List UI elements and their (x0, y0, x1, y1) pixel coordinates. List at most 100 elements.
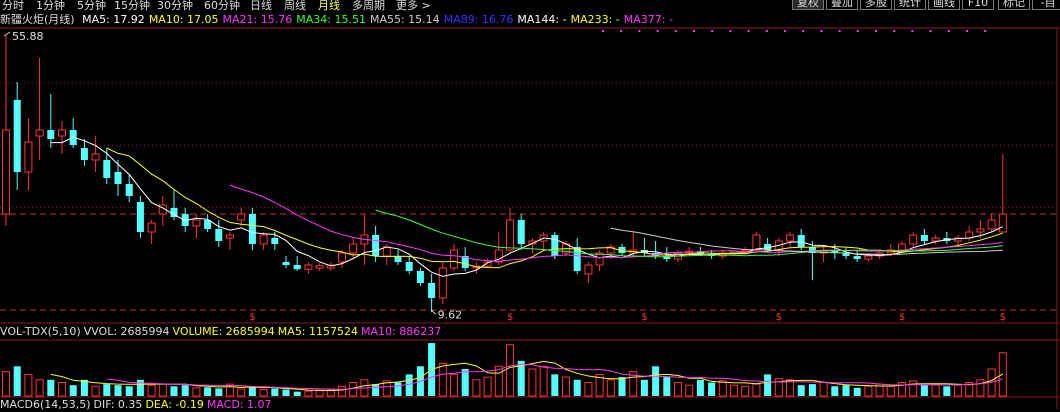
low-price-label: 9.62 (438, 308, 463, 321)
high-price-label: 55.88 (12, 30, 44, 43)
candle-body-71 (797, 235, 805, 247)
candle-body-31 (349, 243, 358, 254)
volume-bar-82 (920, 385, 928, 396)
volume-bar-44 (494, 365, 503, 397)
volume-bar-13 (147, 384, 156, 397)
volume-bar-11 (125, 386, 133, 396)
vol-legend-item-2: VOLUME: 2685994 (172, 325, 275, 338)
volume-bar-77 (864, 385, 873, 397)
signal-dot-10 (784, 30, 786, 32)
macd-legend-item-0: MACD6(14,53,5) (0, 398, 91, 411)
candle-body-0 (2, 129, 10, 215)
volume-bar-48 (539, 365, 548, 397)
volume-bar-84 (943, 386, 951, 396)
macd-legend-item-2: DEA: -0.19 (145, 398, 204, 411)
volume-bar-15 (170, 386, 178, 396)
event-marker-3: $ (776, 312, 782, 323)
signal-dot-15 (875, 30, 877, 32)
volume-bar-35 (394, 382, 402, 396)
volume-bar-81 (909, 380, 918, 397)
candle-body-3 (35, 129, 44, 137)
candle-body-39 (438, 267, 447, 299)
volume-bar-51 (573, 379, 581, 396)
candle-body-52 (584, 264, 593, 275)
candle-body-7 (80, 148, 88, 160)
volume-bar-3 (35, 379, 44, 397)
volume-bar-7 (80, 379, 88, 396)
signal-dot-7 (729, 30, 732, 32)
signal-dot-9 (765, 30, 768, 32)
volume-bar-23 (259, 389, 268, 397)
volume-ma5-line (50, 360, 1004, 392)
volume-bar-58 (652, 366, 660, 396)
candle-body-28 (315, 265, 324, 269)
volume-bar-4 (47, 379, 55, 396)
volume-bar-52 (584, 382, 593, 397)
volume-bar-72 (808, 384, 816, 396)
volume-bar-42 (472, 379, 481, 397)
volume-legend: VOL-TDX(5,10) VVOL: 2685994 VOLUME: 268599… (0, 324, 444, 340)
candle-body-30 (338, 252, 346, 263)
volume-bar-68 (764, 374, 772, 396)
volume-bar-17 (192, 387, 201, 397)
volume-bar-75 (842, 385, 850, 396)
candle-body-87 (976, 228, 985, 233)
volume-bar-28 (315, 390, 324, 397)
volume-bar-8 (91, 385, 100, 397)
signal-dot-21 (984, 30, 987, 32)
candle-body-37 (416, 271, 424, 283)
volume-bar-30 (338, 385, 346, 397)
macd-legend-item-3: MACD: 1.07 (206, 398, 272, 411)
candle-body-76 (853, 256, 861, 259)
candle-body-77 (864, 255, 873, 260)
event-marker-0: $ (249, 312, 255, 323)
candle-body-49 (551, 235, 559, 256)
price-chart[interactable]: 55.88 9.62 $ $ $ $ $ $ (0, 0, 1060, 409)
candle-body-13 (147, 222, 156, 233)
candle-body-2 (24, 141, 33, 173)
signal-dot-8 (747, 30, 750, 32)
signal-dot-20 (966, 30, 968, 32)
signal-dot-11 (802, 30, 805, 32)
volume-bar-36 (405, 374, 413, 396)
vol-legend-item-0: VOL-TDX(5,10) (0, 325, 81, 338)
candle-body-9 (103, 160, 111, 178)
macd-legend-item-1: DIF: 0.35 (93, 398, 143, 411)
ma5-line (50, 136, 1004, 277)
signal-dot-19 (947, 30, 950, 32)
volume-bar-65 (730, 384, 738, 397)
candle-body-53 (595, 252, 604, 266)
volume-bar-76 (853, 387, 861, 396)
event-marker-1: $ (507, 312, 513, 323)
signal-dot-17 (911, 30, 914, 32)
volume-bar-10 (114, 385, 122, 396)
candle-body-12 (136, 202, 144, 232)
volume-bar-57 (640, 379, 648, 396)
signal-dot-0 (602, 30, 604, 32)
vol-legend-item-1: VVOL: 2685994 (83, 325, 170, 338)
volume-bar-41 (461, 369, 469, 396)
volume-bar-16 (181, 385, 189, 396)
signal-dot-16 (893, 30, 896, 32)
vol-legend-item-4: MA10: 886237 (361, 325, 442, 338)
volume-bar-12 (136, 379, 144, 396)
volume-bar-43 (483, 376, 492, 397)
volume-bar-67 (752, 383, 761, 397)
candle-body-81 (909, 234, 918, 245)
volume-bar-1 (13, 366, 21, 396)
signal-dot-12 (820, 30, 823, 32)
volume-bar-39 (438, 363, 447, 397)
signal-dot-18 (929, 30, 932, 32)
candle-body-27 (304, 264, 313, 270)
volume-bar-87 (976, 379, 985, 397)
signal-dot-5 (693, 30, 695, 32)
candle-body-89 (998, 213, 1007, 233)
signal-dot-4 (674, 30, 677, 32)
candle-body-36 (405, 262, 413, 271)
candle-body-45 (506, 219, 514, 251)
volume-bar-27 (304, 390, 313, 397)
candle-body-8 (91, 153, 100, 161)
volume-bar-6 (69, 385, 77, 396)
candle-body-5 (58, 129, 66, 137)
volume-bar-9 (103, 384, 111, 396)
